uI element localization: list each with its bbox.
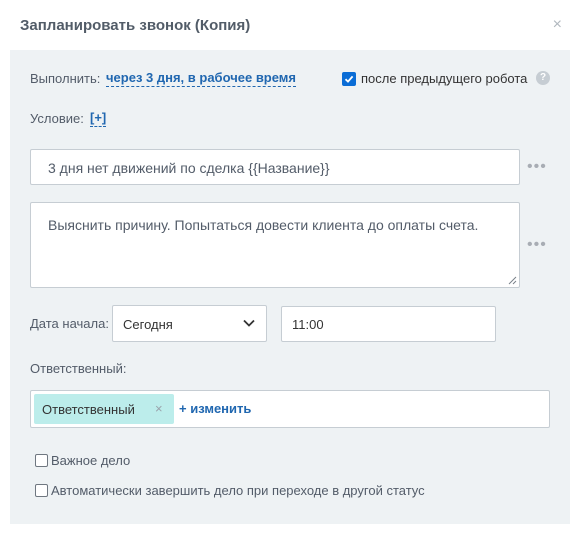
important-checkbox[interactable]: [35, 454, 48, 467]
responsible-tag-label: Ответственный: [42, 402, 135, 417]
execute-delay-link[interactable]: через 3 дня, в рабочее время: [106, 70, 297, 87]
responsible-field[interactable]: Ответственный × + изменить: [30, 390, 550, 428]
description-more-icon[interactable]: •••: [527, 237, 547, 253]
subject-more-icon[interactable]: •••: [527, 159, 547, 175]
add-condition-link[interactable]: [+]: [90, 110, 107, 127]
important-label: Важное дело: [51, 453, 131, 468]
subject-input[interactable]: 3 дня нет движений по сделка {{Название}…: [30, 149, 520, 185]
start-time-value: 11:00: [292, 317, 324, 332]
chevron-down-icon: [243, 319, 255, 327]
close-icon[interactable]: ×: [553, 16, 562, 34]
dialog-title: Запланировать звонок (Копия): [20, 17, 251, 34]
condition-label: Условие:: [30, 111, 84, 126]
subject-input-value: 3 дня нет движений по сделка {{Название}…: [48, 160, 330, 176]
auto-complete-label: Автоматически завершить дело при переход…: [51, 483, 425, 498]
responsible-tag[interactable]: Ответственный ×: [34, 394, 174, 424]
resize-handle-icon[interactable]: [508, 276, 517, 285]
remove-tag-icon[interactable]: ×: [155, 401, 163, 416]
check-icon: [344, 75, 354, 83]
start-date-label: Дата начала:: [30, 316, 109, 331]
after-previous-label: после предыдущего робота: [361, 71, 528, 86]
start-date-select[interactable]: Сегодня: [112, 305, 267, 342]
change-responsible-link[interactable]: + изменить: [179, 401, 251, 416]
dialog-header: Запланировать звонок (Копия) ×: [0, 0, 580, 50]
auto-complete-checkbox[interactable]: [35, 484, 48, 497]
description-textarea[interactable]: Выяснить причину. Попытаться довести кли…: [30, 202, 520, 288]
start-date-selected: Сегодня: [123, 317, 173, 332]
responsible-label: Ответственный:: [30, 361, 127, 376]
after-previous-checkbox[interactable]: [342, 72, 356, 86]
start-time-input[interactable]: 11:00: [281, 306, 496, 342]
robot-settings-panel: Выполнить: через 3 дня, в рабочее время …: [10, 50, 570, 524]
help-icon[interactable]: ?: [536, 71, 550, 85]
description-textarea-value: Выяснить причину. Попытаться довести кли…: [48, 217, 479, 233]
execute-label: Выполнить:: [30, 71, 101, 86]
